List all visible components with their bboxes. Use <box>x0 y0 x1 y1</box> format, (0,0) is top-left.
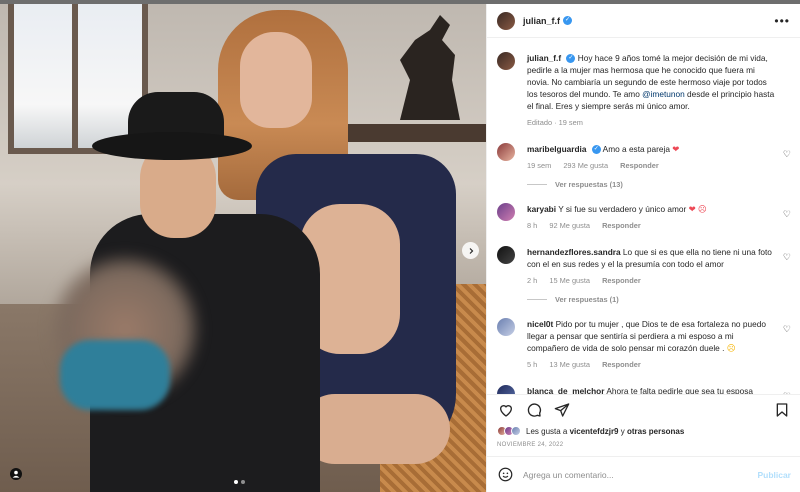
horse-statue <box>400 15 460 120</box>
comment-meta: 19 sem 293 Me gusta Responder <box>527 160 775 172</box>
hat-brim <box>92 132 252 160</box>
heart-emoji: ❤ <box>672 144 680 154</box>
view-replies-button[interactable]: Ver respuestas (13) <box>527 180 791 189</box>
comment: hernandezflores.sandra Lo que si es que … <box>497 246 791 287</box>
reply-button[interactable]: Responder <box>602 221 641 230</box>
comment-meta: 2 h 15 Me gusta Responder <box>527 275 775 287</box>
comment-body: blanca_de_melchor Ahora te falta pedirle… <box>527 385 791 394</box>
heart-icon[interactable]: ♡ <box>783 324 791 335</box>
reply-button[interactable]: Responder <box>602 276 641 285</box>
comment: nicel0t Pido por tu mujer , que Dios te … <box>497 318 791 371</box>
comment-username[interactable]: hernandezflores.sandra <box>527 247 621 257</box>
likes-prefix: Les gusta a <box>526 426 570 436</box>
woman-face <box>240 32 312 128</box>
heart-icon[interactable] <box>497 401 515 419</box>
heart-icon[interactable]: ♡ <box>783 209 791 220</box>
next-arrow-icon[interactable] <box>462 242 479 259</box>
avatar[interactable] <box>497 143 515 161</box>
comment-body: maribelguardia ✓ Amo a esta pareja ❤ 19 … <box>527 143 791 172</box>
post-username[interactable]: julian_f.f <box>523 16 560 26</box>
comments-list[interactable]: julian_f.f ✓ Hoy hace 9 años tomé la mej… <box>487 38 800 394</box>
verified-icon: ✓ <box>566 54 576 64</box>
comment-text: Ahora te falta pedirle que sea tu esposa <box>606 386 754 394</box>
comment-body: hernandezflores.sandra Lo que si es que … <box>527 246 791 287</box>
caption-mention[interactable]: @imetunon <box>642 89 685 99</box>
reply-button[interactable]: Responder <box>602 360 641 369</box>
post-photo[interactable] <box>0 4 486 492</box>
comment-username[interactable]: karyabi <box>527 204 556 214</box>
caption: julian_f.f ✓ Hoy hace 9 años tomé la mej… <box>497 52 791 129</box>
carousel-dot <box>234 480 238 484</box>
likes-others[interactable]: otras personas <box>627 427 684 436</box>
avatar[interactable] <box>497 385 515 394</box>
caption-username[interactable]: julian_f.f <box>527 53 561 63</box>
action-bar <box>487 394 800 424</box>
verified-icon: ✓ <box>563 16 573 25</box>
comment-time[interactable]: 5 h <box>527 360 537 369</box>
comment-likes[interactable]: 15 Me gusta <box>549 276 590 285</box>
comment-username[interactable]: blanca_de_melchor <box>527 386 604 394</box>
comment-username[interactable]: nicel0t <box>527 319 553 329</box>
comment-input[interactable] <box>523 469 758 480</box>
reply-button[interactable]: Responder <box>620 161 659 170</box>
verified-icon: ✓ <box>591 145 601 155</box>
carousel-dot <box>241 480 245 484</box>
more-icon[interactable]: ••• <box>774 14 790 28</box>
avatar <box>511 426 521 436</box>
heart-icon[interactable]: ♡ <box>783 149 791 160</box>
comment-body: nicel0t Pido por tu mujer , que Dios te … <box>527 318 791 371</box>
heart-icon[interactable]: ♡ <box>783 252 791 263</box>
photo-shelf <box>330 124 486 142</box>
avatar[interactable] <box>497 318 515 336</box>
comment-username[interactable]: maribelguardia <box>527 144 586 154</box>
blurred-child-shirt <box>60 340 170 410</box>
carousel-dots <box>234 480 245 484</box>
likes-text: Les gusta a vicentefdzjr9 y otras person… <box>526 427 684 436</box>
comment-likes[interactable]: 92 Me gusta <box>549 221 590 230</box>
photo-window <box>8 4 148 154</box>
comment-time[interactable]: 8 h <box>527 221 537 230</box>
post-button[interactable]: Publicar <box>757 470 791 480</box>
avatar[interactable] <box>497 52 515 70</box>
comment: blanca_de_melchor Ahora te falta pedirle… <box>497 385 791 394</box>
woman-leg <box>300 394 450 464</box>
post-date: NOVIEMBRE 24, 2022 <box>497 442 564 448</box>
comment: maribelguardia ✓ Amo a esta pareja ❤ 19 … <box>497 143 791 172</box>
comment-body: karyabi Y si fue su verdadero y único am… <box>527 203 791 232</box>
comment-meta: 8 h 92 Me gusta Responder <box>527 220 775 232</box>
comment-time[interactable]: 19 sem <box>527 161 551 170</box>
caption-body: julian_f.f ✓ Hoy hace 9 años tomé la mej… <box>527 52 791 129</box>
share-icon[interactable] <box>553 401 571 419</box>
likes-middle: y <box>618 426 627 436</box>
emoji: ❤ ☹ <box>688 204 707 214</box>
avatar[interactable] <box>497 203 515 221</box>
comment-composer: Publicar <box>487 456 800 492</box>
comment-likes[interactable]: 293 Me gusta <box>563 161 608 170</box>
view-replies-button[interactable]: Ver respuestas (1) <box>527 295 791 304</box>
emoji: ☹ <box>726 343 736 353</box>
comment: karyabi Y si fue su verdadero y único am… <box>497 203 791 232</box>
comment-time[interactable]: 2 h <box>527 276 537 285</box>
avatar[interactable] <box>497 11 515 30</box>
avatar[interactable] <box>497 246 515 264</box>
comment-icon[interactable] <box>525 401 543 419</box>
likes-user[interactable]: vicentefdzjr9 <box>570 427 619 436</box>
user-tag-icon[interactable] <box>8 466 24 482</box>
post-header: julian_f.f ✓ ••• <box>487 4 800 38</box>
emoji-icon[interactable] <box>497 467 513 483</box>
post-panel: julian_f.f ✓ ••• julian_f.f ✓ Hoy hace 9… <box>486 4 800 492</box>
bookmark-icon[interactable] <box>773 401 791 419</box>
caption-meta: Editado · 19 sem <box>527 118 583 127</box>
likes-summary[interactable]: Les gusta a vicentefdzjr9 y otras person… <box>497 426 684 436</box>
comment-text: Y si fue su verdadero y único amor <box>558 204 689 214</box>
comment-text: Amo a esta pareja <box>602 144 673 154</box>
comment-meta: 5 h 13 Me gusta Responder <box>527 359 775 371</box>
comment-likes[interactable]: 13 Me gusta <box>549 360 590 369</box>
